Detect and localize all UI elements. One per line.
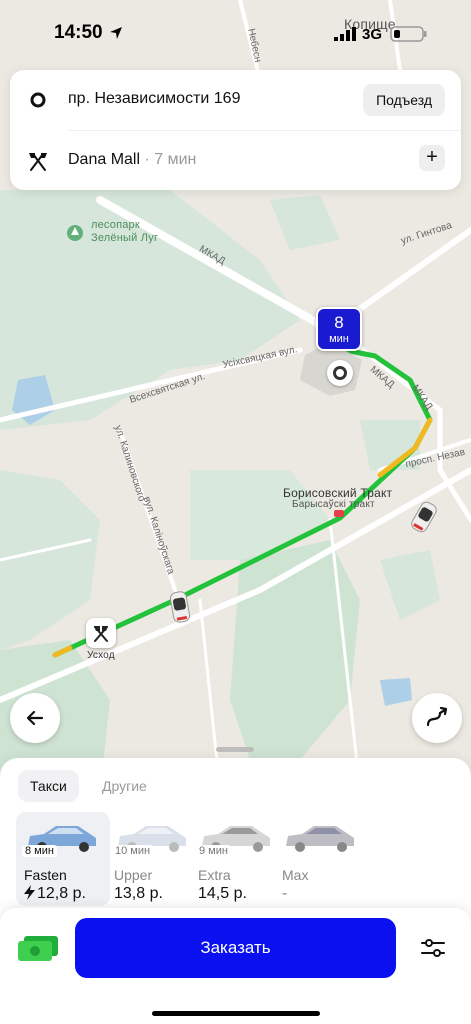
tariff-extra[interactable]: 9 мин Extra 14,5 р.	[190, 812, 284, 906]
destination-eta: · 7 мин	[140, 151, 197, 168]
network-type: 3G	[362, 26, 383, 43]
tariff-time: 10 мин	[112, 845, 154, 857]
eta-value: 8	[334, 313, 344, 332]
order-bar: Заказать	[0, 908, 471, 1024]
bottom-sheet: Такси Другие 8 мин Fasten 12,8 р. 10 мин	[0, 747, 471, 1024]
destination-address-row[interactable]: Dana Mall · 7 мин +	[68, 130, 461, 190]
car-icon	[286, 826, 354, 852]
tariff-price: 12,8 р.	[24, 885, 86, 903]
tariff-name: Upper	[114, 867, 153, 883]
pickup-pin-icon[interactable]	[327, 360, 353, 386]
destination-flags-icon[interactable]	[86, 618, 116, 648]
map-label-barysauski: Барысаўскі тракт	[292, 499, 375, 510]
traffic-marker	[334, 510, 344, 517]
tab-taxi[interactable]: Такси	[18, 770, 79, 802]
flags-icon	[29, 153, 47, 171]
tariff-list: 8 мин Fasten 12,8 р. 10 мин Upper 13,8 р…	[16, 812, 471, 906]
address-card: пр. Независимости 169 Подъезд Dana Mall …	[10, 70, 461, 190]
map-label-borisovsky: Борисовский Тракт	[283, 486, 393, 500]
arrow-left-icon	[26, 710, 44, 726]
tariff-name: Extra	[198, 867, 231, 883]
pickup-circle-icon	[30, 92, 46, 108]
tariff-fasten[interactable]: 8 мин Fasten 12,8 р.	[16, 812, 110, 906]
tariff-time: 8 мин	[22, 845, 57, 857]
order-button[interactable]: Заказать	[75, 918, 396, 978]
destination-name: Dana Mall	[68, 151, 141, 168]
route-icon	[426, 706, 448, 727]
eta-badge: 8 мин	[316, 307, 362, 351]
battery-icon	[390, 26, 427, 42]
tariff-name: Max	[282, 867, 309, 883]
map-label-park-text: лесопарк Зелёный Луг	[91, 219, 159, 244]
tariff-name: Fasten	[24, 867, 67, 883]
route-button[interactable]	[412, 693, 462, 743]
map-label-uskhod: Усход	[87, 650, 115, 661]
tariff-time: 9 мин	[196, 845, 231, 857]
destination-address: Dana Mall · 7 мин	[68, 151, 196, 169]
eta-unit: мин	[329, 333, 349, 345]
status-bar: 14:50 3G	[0, 0, 471, 64]
tab-other[interactable]: Другие	[90, 770, 159, 802]
location-arrow-icon	[110, 27, 122, 39]
lightning-icon	[24, 885, 35, 900]
entrance-button[interactable]: Подъезд	[363, 84, 445, 116]
filters-icon[interactable]	[420, 936, 446, 960]
status-time: 14:50	[54, 22, 103, 43]
pickup-address-row[interactable]: пр. Независимости 169 Подъезд	[10, 70, 461, 130]
tariff-price: 14,5 р.	[198, 885, 247, 902]
tariff-price: 13,8 р.	[114, 885, 163, 902]
cash-payment-icon[interactable]	[18, 936, 58, 962]
back-button[interactable]	[10, 693, 60, 743]
tariff-upper[interactable]: 10 мин Upper 13,8 р.	[106, 812, 200, 906]
tariff-max[interactable]: Max -	[274, 812, 368, 906]
sheet-grabber[interactable]	[216, 747, 254, 752]
home-indicator	[152, 1011, 320, 1016]
signal-icon	[334, 27, 356, 41]
tariff-price: -	[282, 885, 288, 902]
pickup-address: пр. Независимости 169	[68, 90, 241, 107]
add-stop-button[interactable]: +	[419, 145, 445, 171]
